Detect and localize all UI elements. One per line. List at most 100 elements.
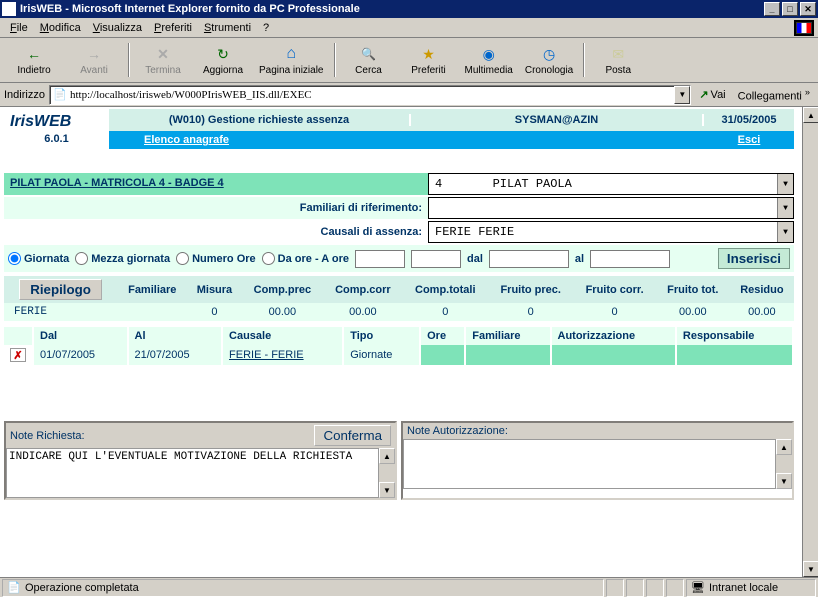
- menu-modifica[interactable]: Modifica: [34, 20, 87, 36]
- back-button[interactable]: Indietro: [4, 40, 64, 80]
- input-ore1[interactable]: [355, 250, 405, 268]
- col-fruito-prec: Fruito prec.: [488, 276, 573, 303]
- address-dropdown[interactable]: ▼: [674, 86, 690, 104]
- brand-version: 6.0.1: [10, 131, 103, 145]
- causali-row: Causali di assenza: FERIE FERIE ▼: [4, 221, 794, 243]
- zone-panel: Intranet locale: [686, 579, 816, 597]
- go-button[interactable]: Vai: [695, 85, 729, 105]
- dal-label: dal: [467, 253, 483, 265]
- history-button[interactable]: Cronologia: [519, 40, 579, 80]
- cell-residuo: 00.00: [730, 303, 794, 321]
- delete-icon[interactable]: [10, 348, 26, 362]
- radio-numero-ore[interactable]: Numero Ore: [176, 252, 256, 265]
- causali-value: FERIE FERIE: [429, 225, 777, 239]
- links-label[interactable]: Collegamenti »: [734, 87, 814, 103]
- note-richiesta-header: Note Richiesta: Conferma: [6, 423, 395, 448]
- inserisci-button[interactable]: Inserisci: [718, 248, 790, 269]
- dcell-autorizzazione: [551, 345, 676, 365]
- search-button[interactable]: Cerca: [339, 40, 399, 80]
- input-dal[interactable]: [489, 250, 569, 268]
- dcell-familiare: [465, 345, 550, 365]
- address-field-wrap: ▼: [49, 85, 691, 105]
- address-input[interactable]: [70, 89, 674, 101]
- nav-elenco[interactable]: Elenco anagrafe: [109, 134, 264, 146]
- input-ore2[interactable]: [411, 250, 461, 268]
- address-bar: Indirizzo ▼ Vai Collegamenti »: [0, 83, 818, 107]
- menu-strumenti[interactable]: Strumenti: [198, 20, 257, 36]
- go-icon: [699, 88, 708, 101]
- chevron-down-icon[interactable]: ▼: [777, 222, 793, 242]
- close-button[interactable]: ✕: [800, 2, 816, 16]
- conferma-button[interactable]: Conferma: [314, 425, 391, 446]
- riepilogo-row: FERIE 0 00.00 00.00 0 0 0 00.00 00.00: [4, 303, 794, 321]
- toolbar: Indietro Avanti Termina Aggiorna Pagina …: [0, 38, 818, 83]
- status-text-panel: Operazione completata: [2, 579, 604, 597]
- menu-file[interactable]: File: [4, 20, 34, 36]
- textarea-scrollbar[interactable]: ▲▼: [776, 439, 792, 489]
- status-empty-panel: [666, 579, 684, 597]
- person-label[interactable]: PILAT PAOLA - MATRICOLA 4 - BADGE 4: [4, 173, 428, 195]
- col-residuo: Residuo: [730, 276, 794, 303]
- person-bar: PILAT PAOLA - MATRICOLA 4 - BADGE 4 4 PI…: [4, 173, 794, 195]
- header-info-row: (W010) Gestione richieste assenza SYSMAN…: [109, 109, 794, 131]
- window-buttons: _ □ ✕: [764, 2, 816, 16]
- cell-comp-corr: 00.00: [323, 303, 402, 321]
- radio-da-a[interactable]: Da ore - A ore: [262, 252, 349, 265]
- menu-help[interactable]: ?: [257, 20, 275, 36]
- stop-button[interactable]: Termina: [133, 40, 193, 80]
- star-icon: [419, 44, 439, 64]
- brand-name: IrisWEB: [10, 113, 103, 131]
- dcol-dal: Dal: [33, 327, 128, 345]
- familiari-select[interactable]: ▼: [428, 197, 794, 219]
- home-button[interactable]: Pagina iniziale: [253, 40, 330, 80]
- menu-preferiti[interactable]: Preferiti: [148, 20, 198, 36]
- app-icon: [2, 2, 16, 16]
- chevron-down-icon[interactable]: ▼: [777, 174, 793, 194]
- mail-button[interactable]: Posta: [588, 40, 648, 80]
- causali-select[interactable]: FERIE FERIE ▼: [428, 221, 794, 243]
- riepilogo-header-row: Riepilogo Familiare Misura Comp.prec Com…: [4, 276, 794, 303]
- forward-icon: [84, 44, 104, 64]
- chevron-down-icon[interactable]: ▼: [777, 198, 793, 218]
- scroll-up-icon[interactable]: ▲: [803, 107, 818, 123]
- menu-visualizza[interactable]: Visualizza: [87, 20, 148, 36]
- cell-fruito-prec: 0: [488, 303, 573, 321]
- nav-esci[interactable]: Esci: [704, 134, 794, 146]
- zone-text: Intranet locale: [709, 582, 778, 594]
- date-label: 31/05/2005: [704, 114, 794, 126]
- radio-mezza[interactable]: Mezza giornata: [75, 252, 170, 265]
- favorites-button[interactable]: Preferiti: [399, 40, 459, 80]
- note-autorizzazione: Note Autorizzazione: ▲▼: [401, 421, 794, 500]
- page-icon: [7, 581, 21, 595]
- user-label: SYSMAN@AZIN: [409, 114, 704, 126]
- notes-row: Note Richiesta: Conferma ▲▼ Note Autoriz…: [4, 421, 794, 500]
- media-button[interactable]: Multimedia: [459, 40, 519, 80]
- cell-misura: 0: [187, 303, 241, 321]
- options-row: Giornata Mezza giornata Numero Ore Da or…: [4, 245, 794, 272]
- person-select[interactable]: 4 PILAT PAOLA ▼: [428, 173, 794, 195]
- riepilogo-button[interactable]: Riepilogo: [19, 279, 102, 300]
- input-al[interactable]: [590, 250, 670, 268]
- status-bar: Operazione completata Intranet locale: [0, 577, 818, 597]
- dcell-causale[interactable]: FERIE - FERIE: [229, 349, 304, 361]
- scroll-down-icon[interactable]: ▼: [803, 561, 818, 577]
- dcol-causale: Causale: [222, 327, 343, 345]
- textarea-scrollbar[interactable]: ▲▼: [379, 448, 395, 498]
- toolbar-separator: [128, 43, 129, 77]
- content-wrap: IrisWEB 6.0.1 (W010) Gestione richieste …: [0, 107, 818, 577]
- status-empty-panel: [646, 579, 664, 597]
- radio-giornata[interactable]: Giornata: [8, 252, 69, 265]
- maximize-button[interactable]: □: [782, 2, 798, 16]
- cell-fruito-corr: 0: [573, 303, 655, 321]
- forward-button[interactable]: Avanti: [64, 40, 124, 80]
- minimize-button[interactable]: _: [764, 2, 780, 16]
- brand-block: IrisWEB 6.0.1: [4, 109, 109, 149]
- col-comp-totali: Comp.totali: [403, 276, 488, 303]
- note-richiesta-textarea[interactable]: [6, 448, 379, 498]
- note-autorizzazione-textarea[interactable]: [403, 439, 776, 489]
- status-text: Operazione completata: [25, 582, 139, 594]
- intranet-icon: [691, 581, 705, 595]
- refresh-button[interactable]: Aggiorna: [193, 40, 253, 80]
- vertical-scrollbar[interactable]: ▲ ▼: [802, 107, 818, 577]
- detail-row: 01/07/2005 21/07/2005 FERIE - FERIE Gior…: [4, 345, 793, 365]
